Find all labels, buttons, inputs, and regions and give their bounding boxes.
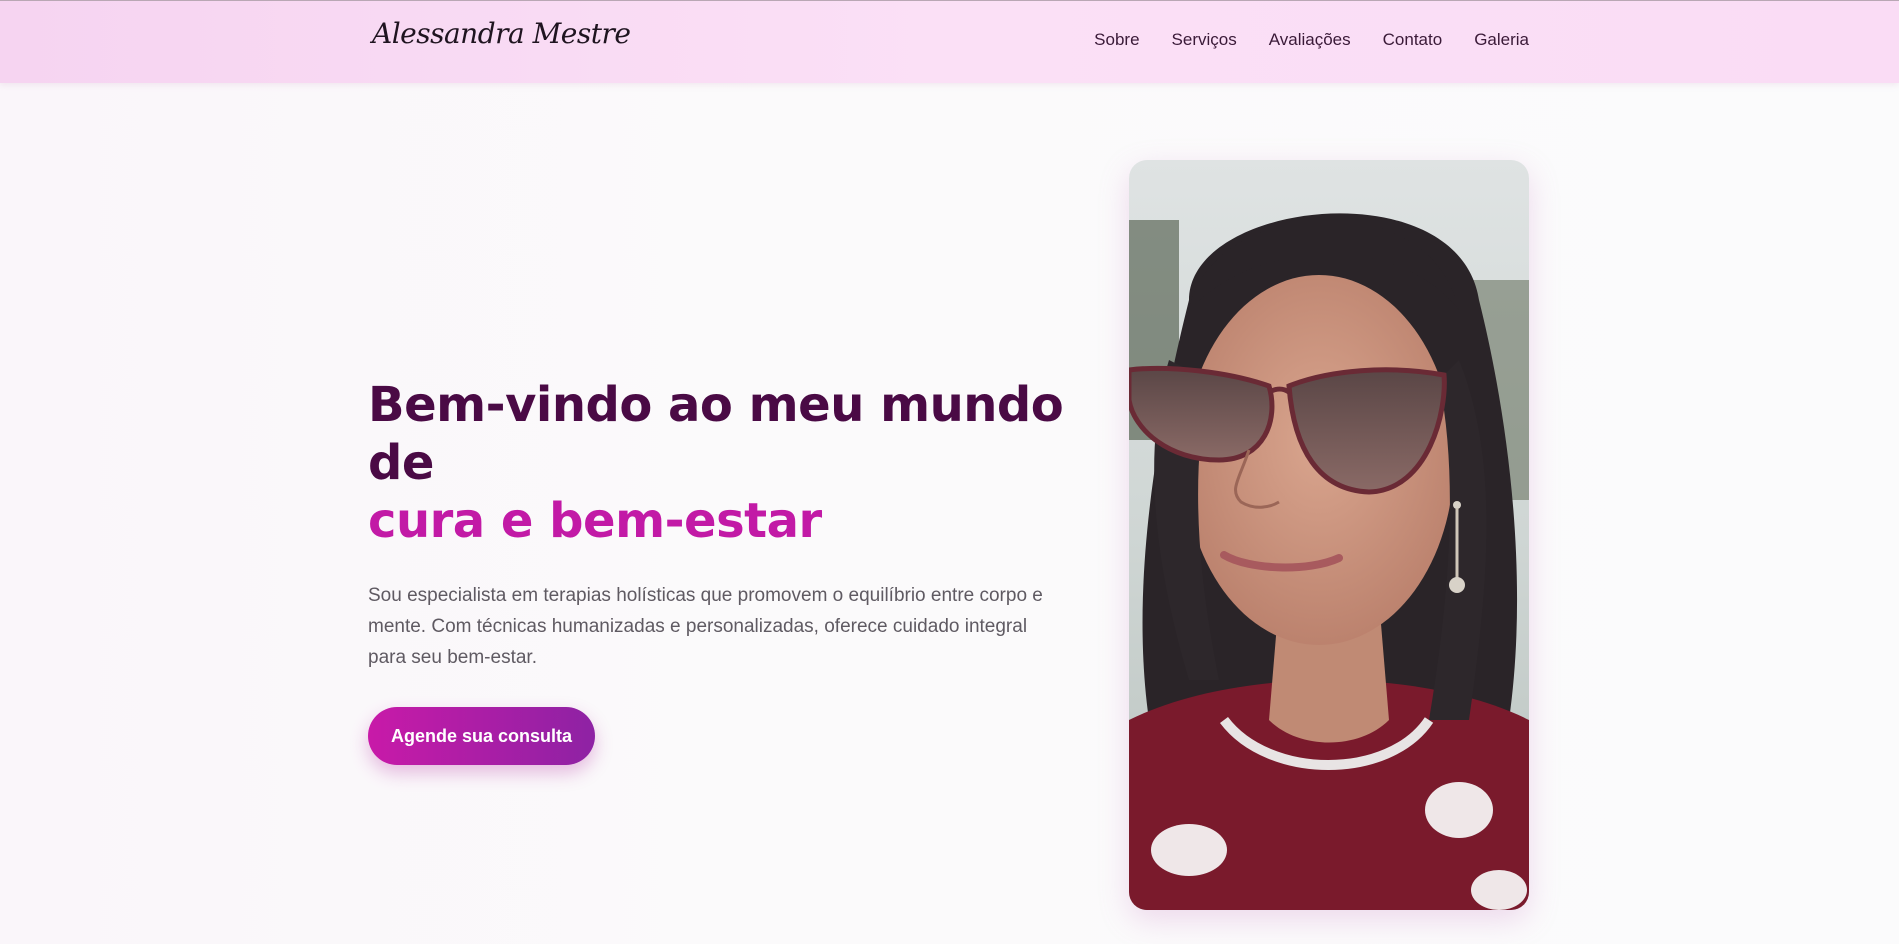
main-nav: Sobre Serviços Avaliações Contato Galeri…: [1094, 30, 1529, 50]
nav-link-galeria[interactable]: Galeria: [1474, 30, 1529, 50]
nav-link-servicos[interactable]: Serviços: [1172, 30, 1237, 50]
hero-section: Bem-vindo ao meu mundo de cura e bem-est…: [368, 376, 1078, 765]
hero-title: Bem-vindo ao meu mundo de cura e bem-est…: [368, 376, 1078, 550]
site-header: Alessandra Mestre Sobre Serviços Avaliaç…: [0, 0, 1899, 83]
hero-description: Sou especialista em terapias holísticas …: [368, 585, 1043, 668]
hero-title-accent: cura e bem-estar: [368, 493, 822, 549]
profile-photo: [1129, 160, 1529, 910]
nav-link-contato[interactable]: Contato: [1383, 30, 1443, 50]
book-consultation-button[interactable]: Agende sua consulta: [368, 707, 595, 765]
portrait-illustration: [1129, 160, 1529, 910]
site-logo[interactable]: Alessandra Mestre: [372, 17, 631, 50]
nav-link-avaliacoes[interactable]: Avaliações: [1269, 30, 1351, 50]
nav-link-sobre[interactable]: Sobre: [1094, 30, 1139, 50]
hero-title-line1: Bem-vindo ao meu mundo de: [368, 377, 1064, 491]
